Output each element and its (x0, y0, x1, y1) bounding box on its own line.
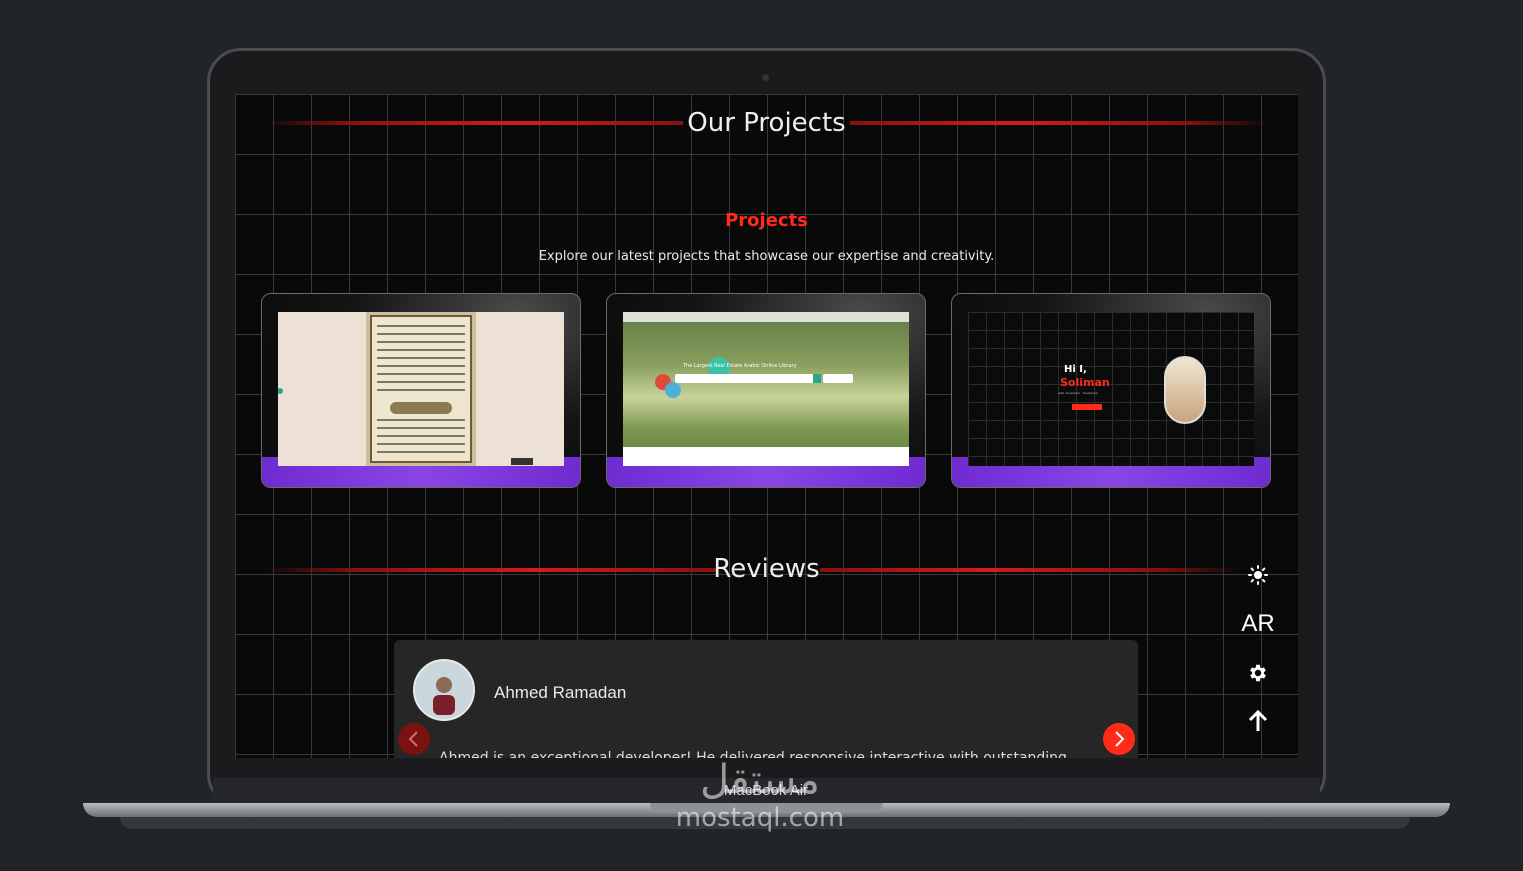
browser-screen: Our Projects Projects Explore our latest… (235, 94, 1298, 758)
previous-review-button[interactable] (398, 723, 430, 755)
portfolio-name: Soliman (1060, 376, 1110, 389)
portfolio-cta (1072, 404, 1102, 410)
sun-icon (1248, 565, 1268, 585)
reviewer-name: Ahmed Ramadan (494, 683, 627, 702)
project-card-search[interactable]: The Largest Real Estate Arabic Online Li… (606, 293, 926, 488)
portfolio-greeting: Hi I, (1064, 364, 1087, 375)
settings-button[interactable] (1240, 655, 1276, 691)
watermark: مستقل mostaql.com (660, 756, 860, 832)
quran-page-illustration (278, 312, 533, 466)
gear-icon (1250, 664, 1266, 682)
project-screenshot: Hi I, Soliman web developer · freelancer (968, 312, 1254, 466)
theme-toggle-button[interactable] (1240, 557, 1276, 593)
project-card-portfolio[interactable]: Hi I, Soliman web developer · freelancer (951, 293, 1271, 488)
projects-heading: Our Projects (687, 108, 846, 138)
reviewer-photo (415, 661, 473, 719)
portfolio-avatar (1164, 356, 1206, 424)
scroll-to-top-button[interactable] (1240, 703, 1276, 739)
project-card-quran[interactable] (261, 293, 581, 488)
projects-description: Explore our latest projects that showcas… (538, 249, 995, 264)
project-screenshot: The Largest Real Estate Arabic Online Li… (623, 312, 909, 466)
avatar (413, 659, 475, 721)
watermark-latin: mostaql.com (675, 803, 845, 833)
reviews-heading: Reviews (713, 554, 820, 584)
arrow-up-icon (1248, 709, 1268, 731)
review-card: Ahmed Ramadan Ahmed is an exceptional de… (394, 640, 1138, 758)
projects-label: Projects (725, 210, 808, 231)
chevron-right-icon (1115, 731, 1125, 747)
language-toggle-button[interactable]: AR (1240, 606, 1276, 642)
project-screenshot (278, 312, 564, 466)
homepage-illustration (623, 312, 909, 466)
hero-text: The Largest Real Estate Arabic Online Li… (683, 363, 797, 369)
watermark-arabic: مستقل (700, 757, 820, 803)
chevron-left-icon (408, 731, 418, 747)
next-review-button[interactable] (1103, 723, 1135, 755)
portfolio-subtitle: web developer · freelancer (1058, 391, 1099, 395)
camera-dot (762, 74, 769, 81)
